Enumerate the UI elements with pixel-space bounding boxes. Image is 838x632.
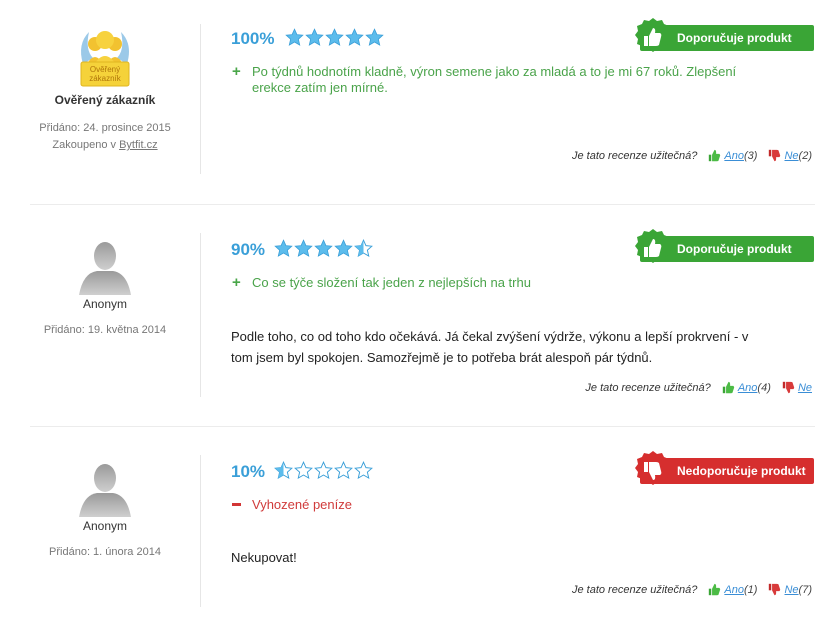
star-empty-icon bbox=[294, 461, 313, 479]
rating-stars bbox=[285, 28, 384, 47]
star-full-icon bbox=[365, 28, 384, 46]
not-recommends-badge: Nedoporučuje produkt bbox=[635, 451, 814, 485]
helpful-no-link[interactable]: Ne bbox=[784, 150, 798, 162]
star-empty-icon bbox=[334, 461, 353, 479]
rating-stars bbox=[274, 239, 373, 258]
review-pro: + Po týdnů hodnotím kladně, výron semene… bbox=[232, 64, 772, 98]
purchased-prefix: Zakoupeno v bbox=[52, 139, 117, 151]
recommends-badge: Doporučuje produkt bbox=[635, 18, 814, 52]
review-pro: + Co se týče složení tak jeden z nejlepš… bbox=[232, 275, 772, 293]
recommendation-label: Doporučuje produkt bbox=[677, 242, 792, 256]
minus-icon bbox=[232, 503, 241, 506]
author-name: Ověřený zákazník bbox=[54, 93, 156, 107]
review-date: Přidáno: 1. února 2014 bbox=[49, 546, 161, 558]
helpful-vote: Je tato recenze užitečná? Ano(3) Ne(2) bbox=[572, 149, 812, 162]
divider bbox=[200, 455, 201, 607]
shop-link[interactable]: Bytfit.cz bbox=[119, 139, 158, 151]
helpful-yes-count: (4) bbox=[757, 382, 771, 394]
star-half-icon bbox=[274, 461, 293, 479]
star-full-icon bbox=[334, 239, 353, 257]
helpful-question: Je tato recenze užitečná? bbox=[571, 584, 698, 596]
helpful-vote: Je tato recenze užitečná? Ano(4) Ne bbox=[585, 381, 812, 394]
review-author-panel: Ověřený zákazník Ověřený zákazník Přidán… bbox=[0, 24, 210, 154]
helpful-question: Je tato recenze užitečná? bbox=[571, 150, 698, 162]
rating-percent: 10% bbox=[231, 462, 266, 481]
helpful-no-link[interactable]: Ne bbox=[784, 584, 798, 596]
helpful-no-count: (7) bbox=[798, 584, 812, 596]
helpful-yes-link[interactable]: Ano bbox=[724, 150, 744, 162]
thumbs-down-icon[interactable] bbox=[768, 149, 781, 162]
pro-text: Po týdnů hodnotím kladně, výron semene j… bbox=[252, 64, 737, 95]
helpful-yes-link[interactable]: Ano bbox=[738, 382, 758, 394]
star-empty-icon bbox=[314, 461, 333, 479]
helpful-yes-link[interactable]: Ano bbox=[724, 584, 744, 596]
review-3: Anonym Přidáno: 1. února 2014 10% Nedopo… bbox=[0, 427, 838, 632]
divider bbox=[200, 24, 201, 174]
anonymous-avatar-icon bbox=[79, 242, 131, 295]
thumbs-down-icon[interactable] bbox=[768, 583, 781, 596]
thumbs-down-seal-icon bbox=[635, 451, 671, 485]
star-full-icon bbox=[274, 239, 293, 257]
star-full-icon bbox=[325, 28, 344, 46]
star-full-icon bbox=[305, 28, 324, 46]
thumbs-up-icon[interactable] bbox=[722, 381, 735, 394]
star-full-icon bbox=[345, 28, 364, 46]
author-name: Anonym bbox=[82, 519, 128, 533]
review-1: Ověřený zákazník Ověřený zákazník Přidán… bbox=[0, 0, 838, 200]
plus-icon: + bbox=[232, 63, 241, 80]
rating-percent: 100% bbox=[231, 29, 275, 48]
review-date: Přidáno: 24. prosince 2015 bbox=[39, 122, 171, 134]
helpful-yes-count: (1) bbox=[743, 584, 758, 596]
review-date: Přidáno: 19. května 2014 bbox=[43, 324, 167, 336]
star-full-icon bbox=[314, 239, 333, 257]
review-body: Nekupovat! bbox=[231, 550, 297, 565]
anonymous-avatar-icon bbox=[79, 464, 131, 517]
plus-icon: + bbox=[232, 274, 241, 291]
thumbs-up-icon[interactable] bbox=[708, 583, 721, 596]
helpful-vote: Je tato recenze užitečná? Ano(1) Ne(7) bbox=[572, 583, 812, 596]
recommendation-label: Nedoporučuje produkt bbox=[677, 464, 806, 478]
divider bbox=[200, 233, 201, 397]
helpful-no-count: (2) bbox=[798, 150, 812, 162]
helpful-question: Je tato recenze užitečná? bbox=[585, 382, 711, 394]
star-empty-icon bbox=[354, 461, 373, 479]
thumbs-up-icon[interactable] bbox=[708, 149, 721, 162]
thumbs-up-seal-icon bbox=[635, 229, 671, 263]
review-2: Anonym Přidáno: 19. května 2014 90% Dopo… bbox=[0, 205, 838, 425]
star-full-icon bbox=[285, 28, 304, 46]
rating-stars bbox=[274, 461, 373, 480]
star-full-icon bbox=[294, 239, 313, 257]
verified-badge-text: Ověřený zákazník bbox=[89, 65, 121, 83]
rating-percent: 90% bbox=[231, 240, 266, 259]
con-text: Vyhozené peníze bbox=[252, 497, 352, 512]
author-name: Anonym bbox=[82, 297, 128, 311]
pro-text: Co se týče složení tak jeden z nejlepšíc… bbox=[252, 275, 531, 290]
review-author-panel: Anonym Přidáno: 19. května 2014 bbox=[0, 239, 210, 339]
review-body: Podle toho, co od toho kdo očekává. Já č… bbox=[231, 329, 749, 365]
helpful-no-link[interactable]: Ne bbox=[798, 382, 812, 394]
thumbs-up-seal-icon bbox=[635, 18, 671, 52]
recommendation-label: Doporučuje produkt bbox=[677, 31, 792, 45]
review-author-panel: Anonym Přidáno: 1. února 2014 bbox=[0, 461, 210, 561]
verified-customer-badge-icon: Ověřený zákazník bbox=[73, 24, 137, 88]
helpful-yes-count: (3) bbox=[743, 150, 758, 162]
recommends-badge: Doporučuje produkt bbox=[635, 229, 814, 263]
purchase-info: Zakoupeno v Bytfit.cz bbox=[0, 137, 210, 154]
review-con: Vyhozené peníze bbox=[232, 497, 772, 515]
thumbs-down-icon[interactable] bbox=[782, 381, 795, 394]
star-half-icon bbox=[354, 239, 373, 257]
